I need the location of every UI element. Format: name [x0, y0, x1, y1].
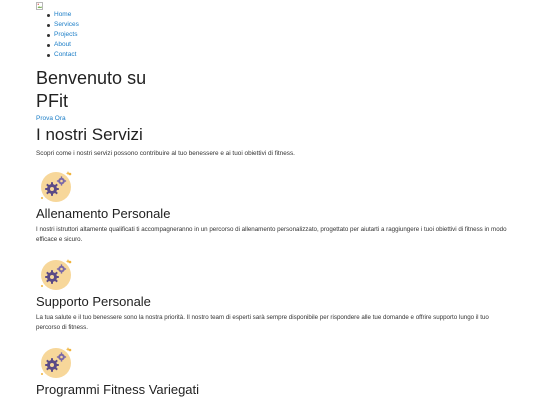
page: Home Services Projects About Contact Ben…	[0, 0, 540, 405]
gears-icon	[38, 344, 74, 380]
services-section-title: I nostri Servizi	[36, 125, 143, 144]
gears-icon	[38, 256, 74, 292]
nav-item-services: Services	[47, 20, 79, 30]
hero-title: Benvenuto su PFit	[36, 68, 147, 111]
logo-image-broken-icon[interactable]	[36, 2, 44, 10]
nav-item-contact: Contact	[47, 50, 79, 60]
service-title: Supporto Personale	[36, 294, 151, 309]
nav-link-projects[interactable]: Projects	[54, 31, 77, 38]
nav-link-home[interactable]: Home	[54, 11, 71, 18]
service-description: La tua salute e il tuo benessere sono la…	[36, 314, 489, 331]
nav-item-home: Home	[47, 10, 79, 20]
nav-link-contact[interactable]: Contact	[54, 51, 76, 58]
main-nav: Home Services Projects About Contact	[47, 10, 79, 60]
service-title: Programmi Fitness Variegati	[36, 382, 200, 397]
service-title: Allenamento Personale	[36, 206, 171, 221]
try-now-link[interactable]: Prova Ora	[36, 115, 66, 122]
nav-link-about[interactable]: About	[54, 41, 71, 48]
services-section-subtitle: Scopri come i nostri servizi possono con…	[36, 150, 295, 157]
nav-link-services[interactable]: Services	[54, 21, 79, 28]
nav-item-about: About	[47, 40, 79, 50]
service-description: I nostri istruttori altamente qualificat…	[36, 226, 507, 243]
nav-item-projects: Projects	[47, 30, 79, 40]
gears-icon	[38, 168, 74, 204]
